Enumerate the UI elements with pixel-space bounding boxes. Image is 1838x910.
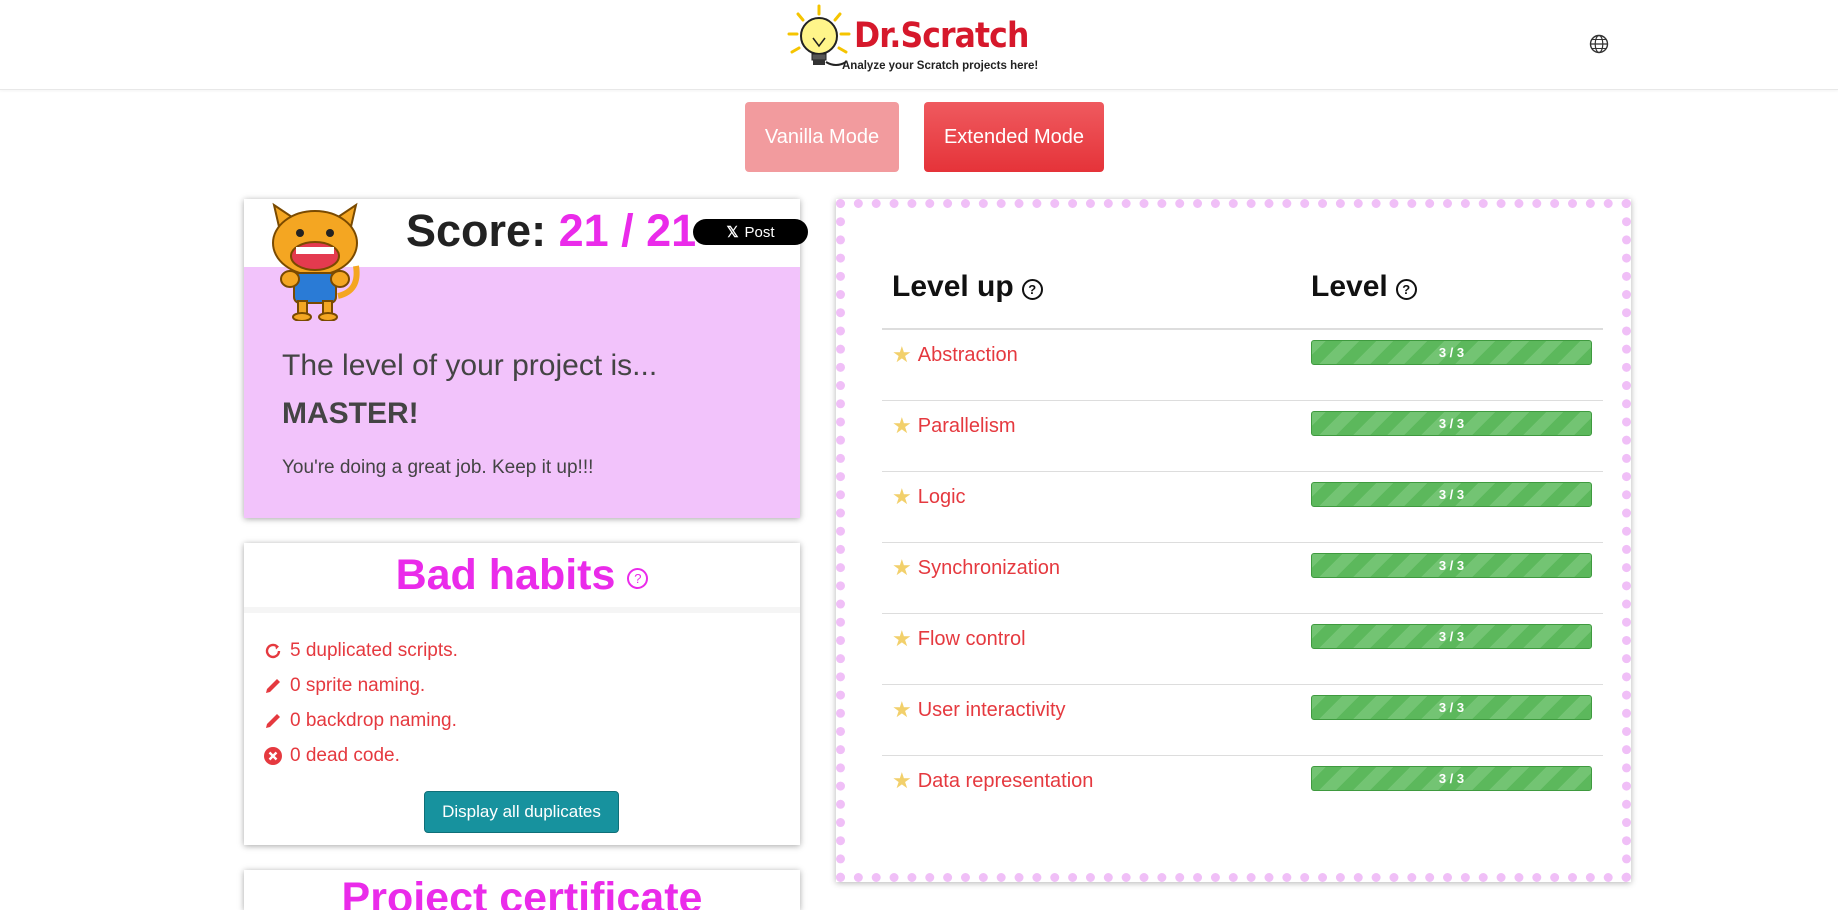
logo-title: Dr.Scratch	[854, 16, 1029, 56]
level-column-header: Level ?	[1311, 270, 1417, 304]
refresh-icon	[262, 640, 284, 662]
level-row-parallelism: ★ Parallelism 3 / 3	[882, 401, 1603, 472]
star-icon: ★	[892, 342, 912, 367]
star-icon: ★	[892, 768, 912, 793]
top-navbar: Dr.Scratch Analyze your Scratch projects…	[0, 0, 1838, 90]
x-circle-icon	[262, 745, 284, 767]
progress-fill: 3 / 3	[1438, 558, 1465, 573]
help-icon[interactable]: ?	[1021, 278, 1043, 300]
score-label-text: Score:	[406, 205, 547, 256]
concept-name: Flow control	[917, 627, 1026, 650]
x-post-button[interactable]: 𝕏 Post	[693, 219, 808, 245]
star-icon: ★	[892, 697, 912, 722]
dr-scratch-logo[interactable]: Dr.Scratch Analyze your Scratch projects…	[786, 4, 1046, 78]
concept-link[interactable]: ★ Data representation	[892, 768, 1093, 794]
extended-mode-button[interactable]: Extended Mode	[924, 102, 1104, 172]
levels-table-header: Level up ? Level ?	[882, 250, 1603, 330]
habit-backdrop-naming: 0 backdrop naming.	[262, 703, 458, 738]
level-label: Level	[1311, 270, 1388, 303]
star-icon: ★	[892, 626, 912, 651]
scratch-cat-mascot	[272, 202, 360, 321]
project-level: MASTER!	[282, 397, 419, 430]
habit-text: 0 dead code.	[290, 744, 400, 766]
project-certificate-title: Project certificate	[341, 874, 703, 910]
levels-table: Level up ? Level ? ★ Abstraction 3 / 3 ★ P…	[882, 250, 1603, 827]
score-value: 21 / 21	[558, 205, 697, 256]
vanilla-mode-button[interactable]: Vanilla Mode	[745, 102, 899, 172]
habit-dead-code: 0 dead code.	[262, 738, 458, 773]
star-icon: ★	[892, 555, 912, 580]
star-icon: ★	[892, 413, 912, 438]
progress-fill: 3 / 3	[1438, 629, 1465, 644]
score-card: Score: 21 / 21 𝕏 Post The level of your …	[244, 199, 808, 518]
progress-fill: 3 / 3	[1438, 700, 1465, 715]
pencil-icon	[262, 710, 284, 732]
habit-text: 0 backdrop naming.	[290, 709, 457, 731]
bad-habits-title: Bad habits	[395, 550, 616, 599]
logo-tagline: Analyze your Scratch projects here!	[842, 60, 1039, 72]
level-row-abstraction: ★ Abstraction 3 / 3	[882, 330, 1603, 401]
star-icon: ★	[892, 484, 912, 509]
bad-habits-list: 5 duplicated scripts. 0 sprite naming. 0…	[262, 633, 458, 773]
level-row-logic: ★ Logic 3 / 3	[882, 472, 1603, 543]
habit-text: 5 duplicated scripts.	[290, 639, 458, 661]
concept-link[interactable]: ★ Flow control	[892, 626, 1026, 652]
display-duplicates-button[interactable]: Display all duplicates	[424, 791, 619, 833]
concept-name: Synchronization	[917, 556, 1061, 579]
concept-name: Parallelism	[917, 414, 1016, 437]
progress-bar: 3 / 3	[1311, 411, 1592, 436]
level-row-synchronization: ★ Synchronization 3 / 3	[882, 543, 1603, 614]
habit-text: 0 sprite naming.	[290, 674, 426, 696]
help-icon[interactable]: ?	[1395, 278, 1417, 300]
levels-card: Level up ? Level ? ★ Abstraction 3 / 3 ★ P…	[836, 199, 1631, 882]
concept-name: Logic	[917, 485, 966, 508]
level-row-flow-control: ★ Flow control 3 / 3	[882, 614, 1603, 685]
progress-fill: 3 / 3	[1438, 487, 1465, 502]
progress-fill: 3 / 3	[1438, 416, 1465, 431]
x-logo-icon: 𝕏	[726, 224, 739, 241]
progress-bar: 3 / 3	[1311, 482, 1592, 507]
habit-sprite-naming: 0 sprite naming.	[262, 668, 458, 703]
progress-bar: 3 / 3	[1311, 624, 1592, 649]
globe-icon[interactable]	[1589, 34, 1609, 54]
progress-bar: 3 / 3	[1311, 766, 1592, 791]
encouragement-message: You're doing a great job. Keep it up!!!	[282, 457, 594, 478]
bad-habits-header: Bad habits ?	[244, 543, 800, 613]
progress-fill: 3 / 3	[1438, 771, 1465, 786]
concept-link[interactable]: ★ Abstraction	[892, 342, 1018, 368]
bad-habits-card: Bad habits ? 5 duplicated scripts. 0 spr…	[244, 543, 800, 845]
level-row-data-representation: ★ Data representation 3 / 3	[882, 756, 1603, 827]
pencil-icon	[262, 675, 284, 697]
habit-duplicated-scripts: 5 duplicated scripts.	[262, 633, 458, 668]
concept-name: Data representation	[917, 769, 1094, 792]
concept-name: Abstraction	[917, 343, 1018, 366]
x-post-label: Post	[744, 223, 775, 241]
progress-bar: 3 / 3	[1311, 553, 1592, 578]
concept-link[interactable]: ★ Logic	[892, 484, 966, 510]
level-intro-text: The level of your project is...	[282, 349, 658, 382]
concept-link[interactable]: ★ Synchronization	[892, 555, 1060, 581]
level-row-user-interactivity: ★ User interactivity 3 / 3	[882, 685, 1603, 756]
score-label: Score: 21 / 21	[406, 205, 696, 257]
level-up-label: Level up	[892, 270, 1014, 303]
progress-bar: 3 / 3	[1311, 695, 1592, 720]
concept-link[interactable]: ★ Parallelism	[892, 413, 1016, 439]
help-icon[interactable]: ?	[627, 567, 649, 589]
concept-link[interactable]: ★ User interactivity	[892, 697, 1066, 723]
level-up-column-header: Level up ?	[892, 270, 1043, 304]
progress-fill: 3 / 3	[1438, 345, 1465, 360]
concept-name: User interactivity	[917, 698, 1066, 721]
project-certificate-card: Project certificate	[244, 870, 800, 910]
progress-bar: 3 / 3	[1311, 340, 1592, 365]
